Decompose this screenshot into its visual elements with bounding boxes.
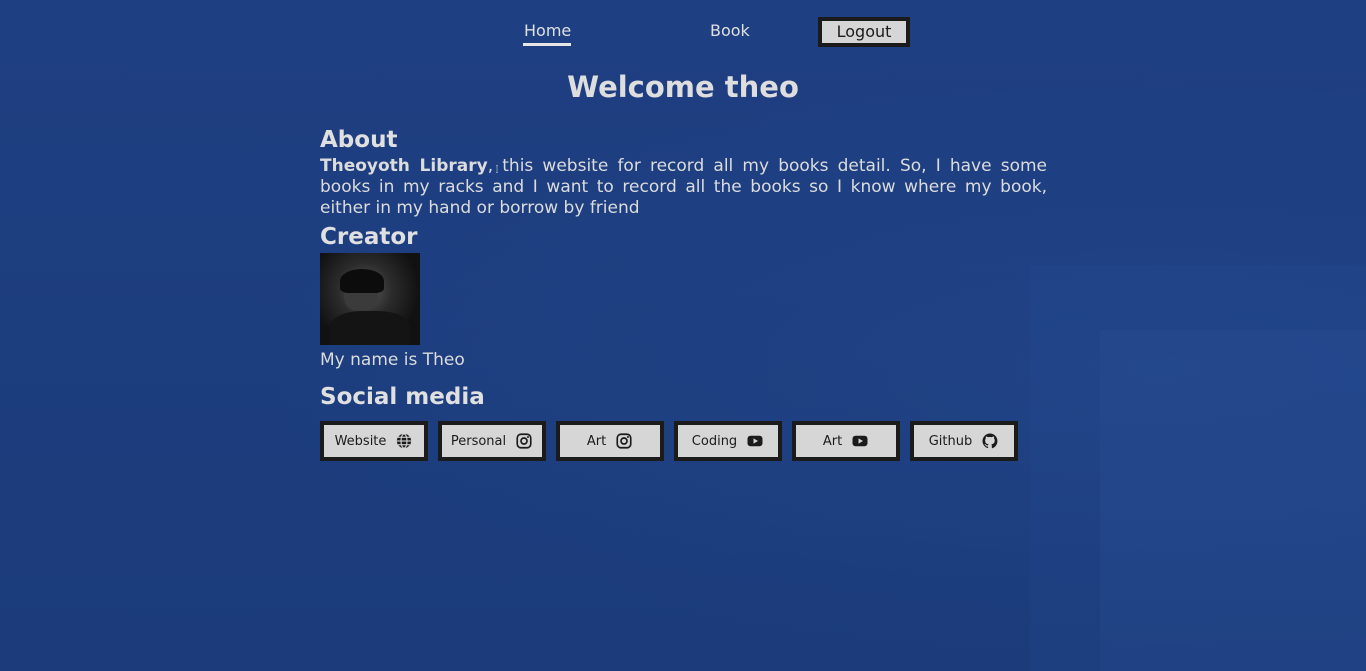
coding-youtube-button[interactable]: Coding	[674, 421, 782, 461]
creator-photo	[320, 253, 420, 345]
social-heading: Social media	[320, 384, 485, 410]
main-content: About Theoyoth Library, this website for…	[320, 124, 1047, 461]
website-button[interactable]: Website	[320, 421, 428, 461]
globe-icon	[397, 433, 412, 449]
instagram-icon	[516, 433, 532, 449]
social-button-label: Personal	[450, 433, 507, 449]
page-title: Welcome theo	[567, 70, 799, 104]
about-section: About Theoyoth Library, this website for…	[320, 124, 1047, 219]
nav-home-link[interactable]: Home	[524, 21, 571, 41]
library-name: Theoyoth Library	[320, 156, 488, 176]
art-instagram-button[interactable]: Art	[556, 421, 664, 461]
social-button-label: Art	[822, 433, 843, 449]
nav-book-link[interactable]: Book	[710, 21, 750, 41]
social-button-label: Github	[928, 433, 973, 449]
personal-instagram-button[interactable]: Personal	[438, 421, 546, 461]
background-decoration	[1100, 330, 1366, 671]
active-nav-underline	[523, 43, 571, 46]
creator-name-text: My name is Theo	[320, 350, 465, 370]
about-text: Theoyoth Library, this website for recor…	[320, 156, 1047, 219]
instagram-icon	[616, 433, 632, 449]
youtube-icon	[747, 435, 763, 447]
social-button-label: Art	[586, 433, 607, 449]
creator-heading: Creator	[320, 224, 418, 250]
youtube-icon	[852, 435, 868, 447]
art-youtube-button[interactable]: Art	[792, 421, 900, 461]
text-cursor-icon	[496, 165, 498, 173]
social-button-label: Coding	[691, 433, 738, 449]
social-buttons: Website Personal Art Coding Art Github	[320, 421, 1047, 461]
social-button-label: Website	[334, 433, 387, 449]
about-heading: About	[320, 127, 398, 153]
github-icon	[982, 433, 998, 449]
creator-section: Creator My name is Theo	[320, 221, 1047, 371]
top-navigation: Home Book Logout	[0, 0, 1366, 60]
social-section: Social media Website Personal Art Coding…	[320, 381, 1047, 461]
github-button[interactable]: Github	[910, 421, 1018, 461]
logout-button[interactable]: Logout	[818, 17, 910, 47]
